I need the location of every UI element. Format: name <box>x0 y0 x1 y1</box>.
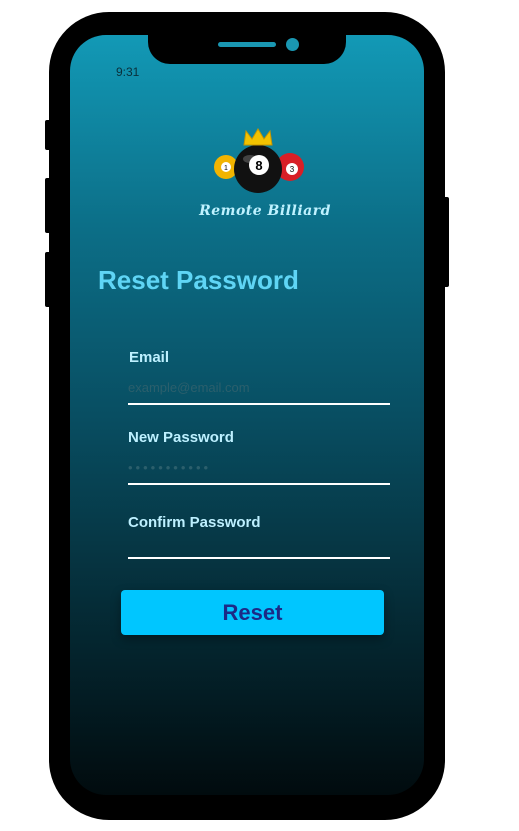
front-camera <box>286 38 299 51</box>
mute-switch <box>45 120 51 150</box>
speaker-grille <box>218 42 276 47</box>
phone-notch <box>148 34 346 64</box>
ball-3-label: 3 <box>290 165 295 174</box>
reset-button[interactable]: Reset <box>121 590 384 635</box>
status-time: 9:31 <box>116 65 140 79</box>
ball-8-label: 8 <box>255 158 262 173</box>
confirm-password-field[interactable] <box>128 529 390 559</box>
app-screen: 9:31 1 3 8 Remote Billiard Reset Passwor… <box>70 35 424 795</box>
billiard-logo-icon: 1 3 8 <box>214 128 304 193</box>
volume-down-button <box>45 252 51 307</box>
email-label: Email <box>129 349 170 366</box>
app-name: Remote Billiard <box>199 203 331 219</box>
new-password-label: New Password <box>128 429 234 446</box>
email-field[interactable] <box>128 375 390 405</box>
power-button <box>443 197 449 287</box>
page-title: Reset Password <box>98 265 299 295</box>
new-password-field[interactable] <box>128 455 390 485</box>
ball-1-label: 1 <box>224 165 228 172</box>
volume-up-button <box>45 178 51 233</box>
